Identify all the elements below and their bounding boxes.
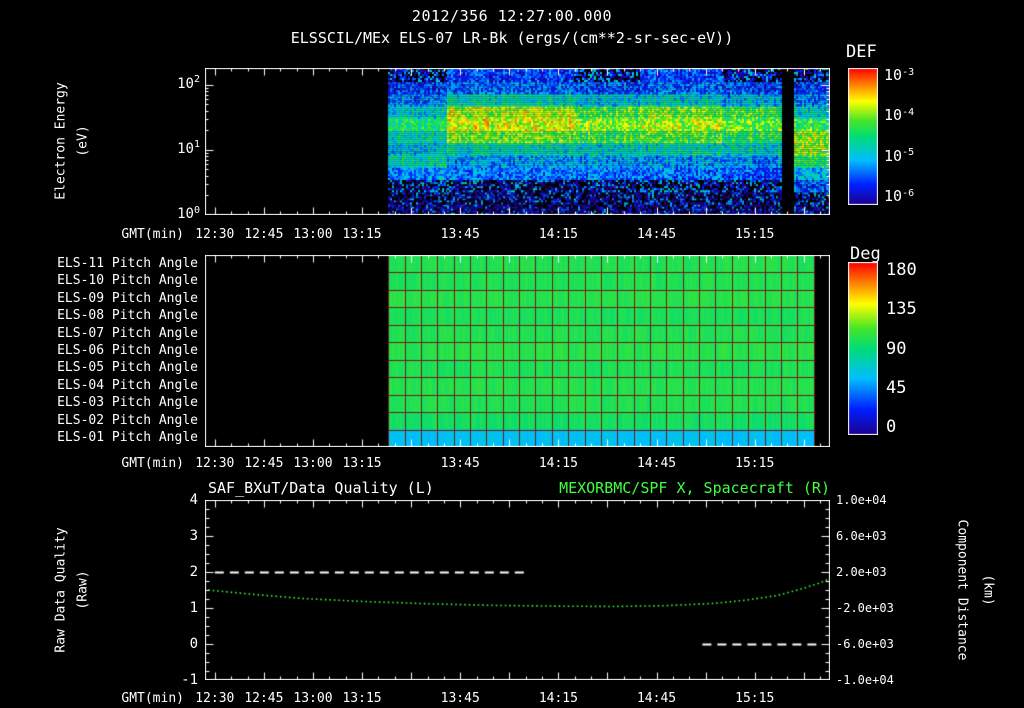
x-tick-label: 14:45 — [636, 691, 677, 706]
def-colorbar-title: DEF — [846, 42, 877, 62]
line-ytick-label-left: 3 — [189, 528, 198, 544]
x-tick-label: 15:15 — [735, 691, 775, 706]
def-colorbar-tick-label: 10-5 — [884, 146, 915, 165]
x-tick-label: 12:45 — [244, 456, 284, 471]
x-tick-label: 13:45 — [440, 691, 480, 706]
x-tick-label: 13:15 — [342, 456, 382, 471]
plot-timestamp: 2012/356 12:27:00.000 — [411, 7, 613, 25]
pitch-row-label: ELS-03 Pitch Angle — [57, 395, 198, 411]
spectrogram-canvas — [205, 68, 830, 215]
deg-colorbar-title: Deg — [850, 244, 881, 264]
x-tick-label: 13:00 — [293, 227, 333, 242]
x-tick-label: 13:15 — [342, 691, 382, 706]
x-tick-label: 13:00 — [293, 691, 333, 706]
line-ytick-label-left: 0 — [189, 636, 198, 652]
line-ylabel-right-units: (km) — [980, 574, 996, 606]
line-ytick-label-left: 4 — [189, 492, 198, 508]
spectro-ytick-label: 102 — [177, 74, 200, 92]
pitch-row-label: ELS-02 Pitch Angle — [57, 412, 198, 428]
deg-colorbar-tick-label: 0 — [886, 417, 897, 437]
x-tick-label: 14:15 — [538, 227, 578, 242]
line-ytick-label-right: 2.0e+03 — [836, 565, 887, 579]
x-tick-label: 14:15 — [538, 691, 578, 706]
deg-colorbar-tick-label: 180 — [886, 260, 917, 280]
spectro-ytick-label: 100 — [177, 204, 200, 223]
x-tick-label: 13:45 — [440, 227, 480, 242]
deg-colorbar-tick-label: 45 — [886, 377, 907, 398]
pitch-row-label: ELS-05 Pitch Angle — [57, 360, 198, 376]
x-tick-label: 13:15 — [342, 227, 382, 242]
figure-root: 2012/356 12:27:00.000 ELSSCIL/MEx ELS-07… — [0, 0, 1024, 708]
line-ytick-label-right: -6.0e+03 — [836, 637, 894, 651]
x-tick-label: 14:45 — [636, 227, 677, 242]
line-panel-title-left: SAF_BXuT/Data Quality (L) — [208, 479, 434, 497]
spectro-ytick-label: 101 — [177, 139, 200, 157]
gmt-axis-label: GMT(min) — [121, 227, 184, 242]
x-tick-label: 13:45 — [440, 456, 480, 471]
deg-colorbar-tick-label: 90 — [886, 338, 907, 359]
line-ylabel-left: Raw Data Quality — [53, 527, 69, 653]
def-colorbar — [848, 68, 878, 205]
pitch-row-label: ELS-04 Pitch Angle — [57, 377, 198, 393]
x-tick-label: 12:45 — [244, 227, 284, 242]
pitch-angle-canvas — [205, 255, 830, 447]
deg-colorbar-tick-label: 135 — [886, 299, 917, 320]
line-ytick-label-left: 1 — [189, 600, 198, 616]
spectro-ylabel: Electron Energy — [53, 82, 69, 200]
line-ylabel-left-units: (Raw) — [75, 570, 91, 610]
pitch-row-label: ELS-10 Pitch Angle — [57, 273, 198, 289]
line-plot-canvas — [205, 500, 830, 680]
pitch-row-label: ELS-11 Pitch Angle — [57, 255, 198, 271]
pitch-row-label: ELS-08 Pitch Angle — [57, 308, 198, 324]
line-ylabel-right: Component Distance — [954, 519, 970, 661]
def-colorbar-tick-label: 10-3 — [884, 66, 915, 84]
line-ytick-label-right: 6.0e+03 — [836, 529, 887, 543]
line-ytick-label-left: -1 — [181, 672, 198, 688]
line-ytick-label-left: 2 — [189, 564, 198, 580]
x-tick-label: 15:15 — [735, 227, 775, 242]
x-tick-label: 12:30 — [195, 227, 235, 242]
def-colorbar-tick-label: 10-4 — [884, 106, 915, 125]
def-colorbar-tick-label: 10-6 — [884, 187, 915, 205]
gmt-axis-label: GMT(min) — [121, 456, 184, 471]
x-tick-label: 12:30 — [195, 456, 235, 471]
line-ytick-label-right: 1.0e+04 — [836, 493, 887, 507]
x-tick-label: 13:00 — [293, 456, 333, 471]
line-ytick-label-right: -1.0e+04 — [836, 673, 894, 687]
gmt-axis-label: GMT(min) — [121, 691, 184, 706]
spectro-ylabel-units: (eV) — [75, 125, 91, 157]
pitch-row-label: ELS-06 Pitch Angle — [57, 343, 198, 358]
pitch-row-label: ELS-09 Pitch Angle — [57, 290, 198, 306]
x-tick-label: 12:45 — [244, 691, 284, 706]
pitch-row-label: ELS-01 Pitch Angle — [57, 430, 198, 446]
x-tick-label: 14:15 — [538, 456, 578, 471]
x-tick-label: 12:30 — [195, 691, 235, 706]
x-tick-label: 14:45 — [636, 456, 677, 471]
x-tick-label: 15:15 — [735, 456, 775, 471]
pitch-row-label: ELS-07 Pitch Angle — [57, 325, 198, 341]
line-panel-title-right: MEXORBMC/SPF X, Spacecraft (R) — [559, 479, 830, 497]
line-ytick-label-right: -2.0e+03 — [836, 601, 894, 615]
deg-colorbar — [848, 262, 878, 435]
